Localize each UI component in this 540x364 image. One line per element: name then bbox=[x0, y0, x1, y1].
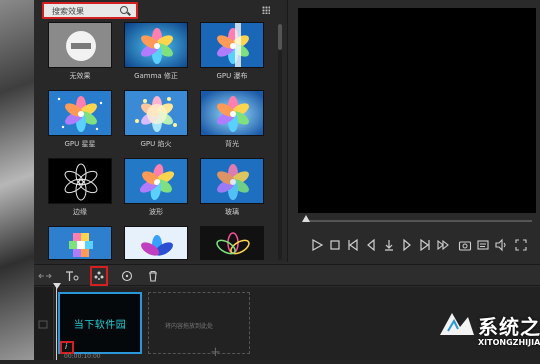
effect-item-gamma[interactable]: Gamma 修正 bbox=[124, 22, 188, 81]
effect-item-gpu-fireworks[interactable]: GPU 焰火 bbox=[124, 90, 188, 149]
flower-backlight-thumbnail bbox=[200, 90, 264, 136]
effect-item-backlight[interactable]: 背光 bbox=[200, 90, 264, 149]
search-input[interactable]: 搜索效果 bbox=[52, 6, 84, 17]
watermark-text: 系统之家 bbox=[478, 315, 540, 339]
next-frame-icon[interactable] bbox=[418, 238, 432, 252]
flower-edge-thumbnail bbox=[48, 158, 112, 204]
grid-view-icon[interactable] bbox=[262, 6, 270, 14]
split-arrows-icon[interactable] bbox=[38, 269, 52, 283]
effects-scrollbar[interactable] bbox=[278, 24, 282, 260]
effect-item-edge[interactable]: 边缘 bbox=[48, 158, 112, 217]
effect-label: 边缘 bbox=[73, 208, 87, 216]
desktop-background bbox=[0, 0, 34, 360]
volume-icon[interactable] bbox=[494, 238, 508, 252]
overlay-tool-icon[interactable] bbox=[120, 269, 134, 283]
add-plus-icon[interactable]: + bbox=[210, 345, 221, 360]
search-icon[interactable] bbox=[120, 6, 128, 14]
step-back-icon[interactable] bbox=[364, 238, 378, 252]
search-box[interactable]: 搜索效果 bbox=[42, 2, 138, 19]
timeline-cursor-head-icon[interactable] bbox=[53, 283, 61, 289]
flower-waterfall-thumbnail bbox=[200, 22, 264, 68]
track-lock-icon bbox=[38, 320, 48, 329]
drop-zone-label: 将内容拖放到此处 bbox=[165, 323, 214, 330]
drop-zone[interactable]: 将内容拖放到此处 bbox=[148, 292, 250, 354]
play-icon[interactable] bbox=[310, 238, 324, 252]
effect-item-gpu-waterfall[interactable]: GPU 瀑布 bbox=[200, 22, 264, 81]
fast-forward-icon[interactable] bbox=[436, 238, 450, 252]
flower-thumbnail bbox=[124, 22, 188, 68]
flower-invert-thumbnail bbox=[124, 226, 188, 260]
previous-frame-icon[interactable] bbox=[346, 238, 360, 252]
none-icon bbox=[48, 22, 112, 68]
flower-fireworks-thumbnail bbox=[124, 90, 188, 136]
timeline-toolbar bbox=[34, 264, 540, 286]
effect-item-gpu-stars[interactable]: GPU 星星 bbox=[48, 90, 112, 149]
stop-icon[interactable] bbox=[328, 238, 342, 252]
effect-label: GPU 星星 bbox=[64, 140, 96, 148]
effect-label: Gamma 修正 bbox=[134, 72, 178, 80]
watermark: 系统之家 XITONGZHIJIA.NET bbox=[438, 305, 540, 355]
effect-item-wave[interactable]: 波形 bbox=[124, 158, 188, 217]
effect-item-kaleido[interactable] bbox=[200, 226, 264, 260]
effect-item-invert[interactable] bbox=[124, 226, 188, 260]
snapshot-camera-icon[interactable] bbox=[458, 238, 472, 252]
video-clip[interactable]: 当下软件园 i bbox=[58, 292, 142, 354]
track-header bbox=[34, 287, 54, 360]
playhead-marker-icon[interactable] bbox=[302, 215, 310, 222]
preview-window bbox=[298, 8, 536, 213]
scrollbar-thumb[interactable] bbox=[278, 24, 282, 50]
delete-trash-icon[interactable] bbox=[146, 269, 160, 283]
fullscreen-icon[interactable] bbox=[514, 238, 528, 252]
timeline-cursor[interactable] bbox=[56, 287, 57, 360]
text-tool-icon[interactable] bbox=[64, 269, 80, 283]
flower-wave-thumbnail bbox=[124, 158, 188, 204]
effect-item-mosaic[interactable] bbox=[48, 226, 112, 260]
flower-mosaic-thumbnail bbox=[48, 226, 112, 260]
clip-effect-badge-label: i bbox=[65, 342, 68, 351]
effect-item-glass[interactable]: 玻璃 bbox=[200, 158, 264, 217]
step-forward-icon[interactable] bbox=[400, 238, 414, 252]
watermark-url: XITONGZHIJIA.NET bbox=[478, 338, 540, 347]
flower-glass-thumbnail bbox=[200, 158, 264, 204]
marker-icon[interactable] bbox=[382, 238, 396, 252]
flower-kaleido-thumbnail bbox=[200, 226, 264, 260]
video-editor-window: 搜索效果 无效果 Gamma 修正 GPU 瀑布 GPU 星星 GPU 焰火 背… bbox=[34, 0, 540, 360]
flower-stars-thumbnail bbox=[48, 90, 112, 136]
effect-label: 背光 bbox=[225, 140, 239, 148]
playback-scrubber[interactable] bbox=[304, 220, 532, 222]
effect-label: GPU 瀑布 bbox=[216, 72, 248, 80]
effects-tool-icon[interactable] bbox=[92, 269, 106, 283]
effect-item-none[interactable]: 无效果 bbox=[48, 22, 112, 81]
playback-controls bbox=[298, 238, 536, 258]
clip-timecode: 00:00:10:00 bbox=[64, 353, 101, 360]
watermark-logo bbox=[440, 313, 474, 335]
effect-label: 玻璃 bbox=[225, 208, 239, 216]
effects-panel: 搜索效果 无效果 Gamma 修正 GPU 瀑布 GPU 星星 GPU 焰火 背… bbox=[34, 0, 288, 262]
clip-title-text: 当下软件园 bbox=[73, 320, 127, 331]
effect-label: 无效果 bbox=[69, 72, 91, 80]
subtitle-icon[interactable] bbox=[476, 238, 490, 252]
effect-label: GPU 焰火 bbox=[140, 140, 172, 148]
effect-label: 波形 bbox=[149, 208, 163, 216]
